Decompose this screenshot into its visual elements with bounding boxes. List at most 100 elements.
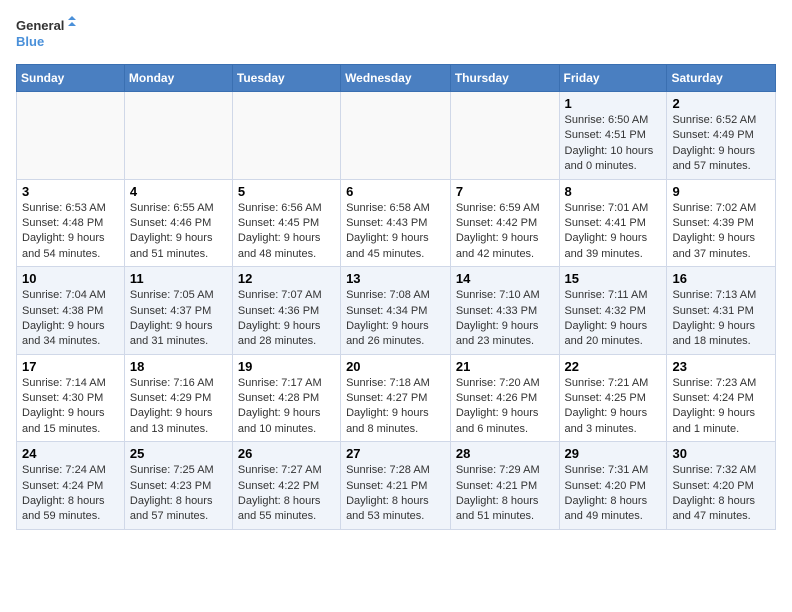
- day-number: 30: [672, 446, 770, 461]
- day-number: 5: [238, 184, 335, 199]
- day-number: 2: [672, 96, 770, 111]
- calendar-cell: 9 Sunrise: 7:02 AM Sunset: 4:39 PM Daylig…: [667, 179, 776, 267]
- day-number: 13: [346, 271, 445, 286]
- day-number: 11: [130, 271, 227, 286]
- day-number: 15: [565, 271, 662, 286]
- calendar-cell: 17 Sunrise: 7:14 AM Sunset: 4:30 PM Dayli…: [17, 354, 125, 442]
- day-number: 18: [130, 359, 227, 374]
- day-detail: Sunrise: 7:17 AM Sunset: 4:28 PM Dayligh…: [238, 376, 335, 438]
- day-number: 27: [346, 446, 445, 461]
- day-number: 22: [565, 359, 662, 374]
- calendar-cell: 11 Sunrise: 7:05 AM Sunset: 4:37 PM Dayli…: [124, 267, 232, 355]
- calendar-cell: 22 Sunrise: 7:21 AM Sunset: 4:25 PM Dayli…: [559, 354, 667, 442]
- day-detail: Sunrise: 6:53 AM Sunset: 4:48 PM Dayligh…: [22, 201, 119, 263]
- calendar-cell: 10Sunrise: 7:04 AM Sunset: 4:38 PM Dayli…: [17, 267, 125, 355]
- calendar-cell: 7 Sunrise: 6:59 AM Sunset: 4:42 PM Daylig…: [450, 179, 559, 267]
- calendar-cell: 25 Sunrise: 7:25 AM Sunset: 4:23 PM Dayli…: [124, 442, 232, 530]
- calendar-week-row: 1 Sunrise: 6:50 AM Sunset: 4:51 PM Daylig…: [17, 92, 776, 180]
- day-number: 10: [22, 271, 119, 286]
- day-detail: Sunrise: 7:13 AM Sunset: 4:31 PM Dayligh…: [672, 288, 770, 350]
- weekday-header: Friday: [559, 65, 667, 92]
- calendar-cell: 18 Sunrise: 7:16 AM Sunset: 4:29 PM Dayli…: [124, 354, 232, 442]
- calendar-cell: 2Sunrise: 6:52 AM Sunset: 4:49 PM Daylig…: [667, 92, 776, 180]
- weekday-header: Wednesday: [341, 65, 451, 92]
- calendar-cell: 3 Sunrise: 6:53 AM Sunset: 4:48 PM Daylig…: [17, 179, 125, 267]
- weekday-header: Monday: [124, 65, 232, 92]
- day-detail: Sunrise: 7:20 AM Sunset: 4:26 PM Dayligh…: [456, 376, 554, 438]
- weekday-header: Tuesday: [232, 65, 340, 92]
- day-detail: Sunrise: 7:08 AM Sunset: 4:34 PM Dayligh…: [346, 288, 445, 350]
- weekday-header: Thursday: [450, 65, 559, 92]
- calendar-cell: 8Sunrise: 7:01 AM Sunset: 4:41 PM Daylig…: [559, 179, 667, 267]
- calendar-cell: [17, 92, 125, 180]
- calendar-cell: 12Sunrise: 7:07 AM Sunset: 4:36 PM Dayli…: [232, 267, 340, 355]
- day-detail: Sunrise: 7:23 AM Sunset: 4:24 PM Dayligh…: [672, 376, 770, 438]
- calendar-week-row: 3 Sunrise: 6:53 AM Sunset: 4:48 PM Daylig…: [17, 179, 776, 267]
- day-number: 9: [672, 184, 770, 199]
- calendar-week-row: 10Sunrise: 7:04 AM Sunset: 4:38 PM Dayli…: [17, 267, 776, 355]
- calendar-cell: [232, 92, 340, 180]
- top-bar: General Blue: [16, 16, 776, 56]
- day-detail: Sunrise: 7:24 AM Sunset: 4:24 PM Dayligh…: [22, 463, 119, 525]
- day-detail: Sunrise: 7:18 AM Sunset: 4:27 PM Dayligh…: [346, 376, 445, 438]
- calendar-week-row: 17 Sunrise: 7:14 AM Sunset: 4:30 PM Dayli…: [17, 354, 776, 442]
- weekday-header-row: SundayMondayTuesdayWednesdayThursdayFrid…: [17, 65, 776, 92]
- day-number: 23: [672, 359, 770, 374]
- day-number: 29: [565, 446, 662, 461]
- day-number: 8: [565, 184, 662, 199]
- day-detail: Sunrise: 7:14 AM Sunset: 4:30 PM Dayligh…: [22, 376, 119, 438]
- calendar-cell: 1 Sunrise: 6:50 AM Sunset: 4:51 PM Daylig…: [559, 92, 667, 180]
- day-detail: Sunrise: 6:58 AM Sunset: 4:43 PM Dayligh…: [346, 201, 445, 263]
- day-number: 16: [672, 271, 770, 286]
- day-number: 28: [456, 446, 554, 461]
- day-detail: Sunrise: 7:31 AM Sunset: 4:20 PM Dayligh…: [565, 463, 662, 525]
- day-number: 21: [456, 359, 554, 374]
- calendar-cell: 28 Sunrise: 7:29 AM Sunset: 4:21 PM Dayli…: [450, 442, 559, 530]
- svg-text:Blue: Blue: [16, 34, 44, 49]
- weekday-header: Saturday: [667, 65, 776, 92]
- calendar-cell: [341, 92, 451, 180]
- calendar-cell: 30 Sunrise: 7:32 AM Sunset: 4:20 PM Dayli…: [667, 442, 776, 530]
- day-detail: Sunrise: 6:50 AM Sunset: 4:51 PM Dayligh…: [565, 113, 662, 175]
- day-number: 7: [456, 184, 554, 199]
- day-number: 12: [238, 271, 335, 286]
- calendar-cell: 16 Sunrise: 7:13 AM Sunset: 4:31 PM Dayli…: [667, 267, 776, 355]
- calendar-cell: 4 Sunrise: 6:55 AM Sunset: 4:46 PM Daylig…: [124, 179, 232, 267]
- day-detail: Sunrise: 7:16 AM Sunset: 4:29 PM Dayligh…: [130, 376, 227, 438]
- day-number: 1: [565, 96, 662, 111]
- calendar-cell: 23 Sunrise: 7:23 AM Sunset: 4:24 PM Dayli…: [667, 354, 776, 442]
- day-detail: Sunrise: 6:55 AM Sunset: 4:46 PM Dayligh…: [130, 201, 227, 263]
- svg-text:General: General: [16, 18, 64, 33]
- day-detail: Sunrise: 7:27 AM Sunset: 4:22 PM Dayligh…: [238, 463, 335, 525]
- day-detail: Sunrise: 7:21 AM Sunset: 4:25 PM Dayligh…: [565, 376, 662, 438]
- day-number: 3: [22, 184, 119, 199]
- day-number: 25: [130, 446, 227, 461]
- calendar-cell: 6 Sunrise: 6:58 AM Sunset: 4:43 PM Daylig…: [341, 179, 451, 267]
- calendar-cell: 24Sunrise: 7:24 AM Sunset: 4:24 PM Dayli…: [17, 442, 125, 530]
- calendar-cell: [124, 92, 232, 180]
- day-number: 17: [22, 359, 119, 374]
- calendar-cell: 15 Sunrise: 7:11 AM Sunset: 4:32 PM Dayli…: [559, 267, 667, 355]
- day-detail: Sunrise: 6:56 AM Sunset: 4:45 PM Dayligh…: [238, 201, 335, 263]
- logo: General Blue: [16, 16, 76, 52]
- day-detail: Sunrise: 7:29 AM Sunset: 4:21 PM Dayligh…: [456, 463, 554, 525]
- calendar-week-row: 24Sunrise: 7:24 AM Sunset: 4:24 PM Dayli…: [17, 442, 776, 530]
- calendar-cell: 27 Sunrise: 7:28 AM Sunset: 4:21 PM Dayli…: [341, 442, 451, 530]
- day-detail: Sunrise: 7:05 AM Sunset: 4:37 PM Dayligh…: [130, 288, 227, 350]
- calendar-cell: 29 Sunrise: 7:31 AM Sunset: 4:20 PM Dayli…: [559, 442, 667, 530]
- day-number: 19: [238, 359, 335, 374]
- day-detail: Sunrise: 7:32 AM Sunset: 4:20 PM Dayligh…: [672, 463, 770, 525]
- day-detail: Sunrise: 6:59 AM Sunset: 4:42 PM Dayligh…: [456, 201, 554, 263]
- day-number: 20: [346, 359, 445, 374]
- day-number: 4: [130, 184, 227, 199]
- calendar-cell: 26 Sunrise: 7:27 AM Sunset: 4:22 PM Dayli…: [232, 442, 340, 530]
- day-detail: Sunrise: 7:25 AM Sunset: 4:23 PM Dayligh…: [130, 463, 227, 525]
- calendar-cell: 14Sunrise: 7:10 AM Sunset: 4:33 PM Dayli…: [450, 267, 559, 355]
- calendar-table: SundayMondayTuesdayWednesdayThursdayFrid…: [16, 64, 776, 530]
- day-number: 6: [346, 184, 445, 199]
- day-number: 26: [238, 446, 335, 461]
- day-detail: Sunrise: 7:28 AM Sunset: 4:21 PM Dayligh…: [346, 463, 445, 525]
- day-detail: Sunrise: 7:11 AM Sunset: 4:32 PM Dayligh…: [565, 288, 662, 350]
- day-detail: Sunrise: 7:02 AM Sunset: 4:39 PM Dayligh…: [672, 201, 770, 263]
- weekday-header: Sunday: [17, 65, 125, 92]
